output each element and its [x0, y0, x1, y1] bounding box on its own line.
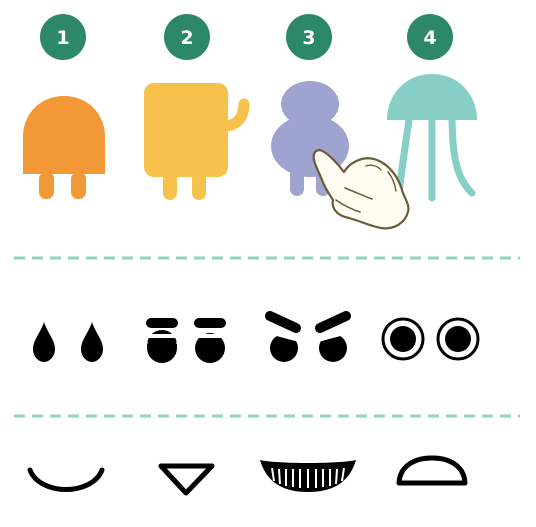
number-badge-1: 1: [40, 14, 86, 60]
flat-brow-eyes-icon[interactable]: [145, 318, 227, 363]
teardrop-eyes-icon[interactable]: [33, 322, 103, 362]
board-canvas: 1 2 3 4: [14, 14, 520, 496]
number-badge-4: 4: [407, 14, 453, 60]
number-badge-4-label: 4: [423, 27, 436, 49]
angry-brow-eyes-icon[interactable]: [265, 311, 351, 362]
triangle-mouth-icon[interactable]: [158, 463, 215, 496]
number-badge-1-label: 1: [56, 27, 69, 49]
yellow-square-creature-icon[interactable]: [144, 83, 250, 200]
number-badge-3-label: 3: [302, 27, 315, 49]
orange-dome-creature-icon[interactable]: [23, 96, 105, 199]
number-badge-3: 3: [286, 14, 332, 60]
round-ring-eyes-icon[interactable]: [381, 317, 480, 361]
pointing-hand-icon: [312, 148, 410, 230]
teal-jellyfish-creature-icon[interactable]: [387, 74, 477, 202]
smile-curve-mouth-icon[interactable]: [27, 467, 105, 492]
character-builder-board: 1 2 3 4: [0, 0, 536, 527]
toothy-grin-mouth-icon[interactable]: [260, 460, 356, 492]
number-badge-2-label: 2: [180, 27, 193, 49]
half-dome-mouth-icon[interactable]: [396, 455, 468, 486]
number-badge-2: 2: [164, 14, 210, 60]
